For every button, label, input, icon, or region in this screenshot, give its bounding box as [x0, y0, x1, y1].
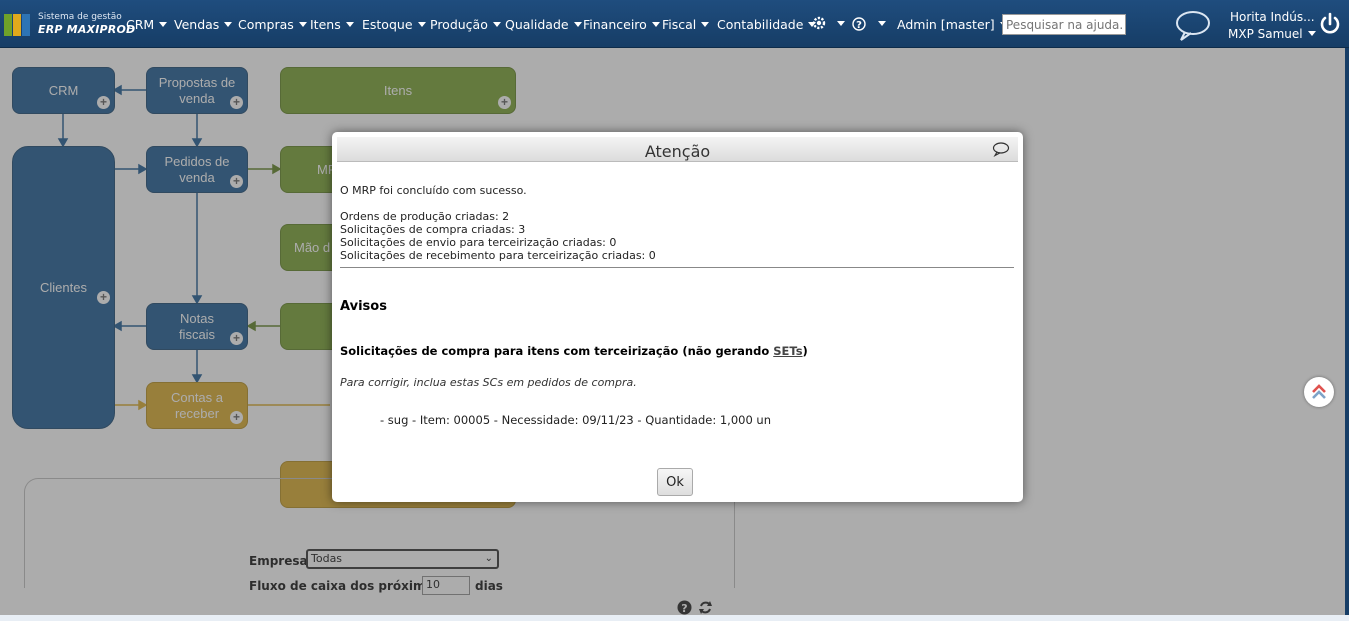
page-bottom-edge [0, 615, 1349, 621]
warnings-heading: Avisos [340, 299, 387, 314]
warning-title-text: Solicitações de compra para itens com te… [340, 344, 774, 358]
summary-line: Solicitações de recebimento para terceir… [340, 249, 656, 262]
sets-link[interactable]: SETs [773, 344, 802, 358]
page-edge [1345, 48, 1349, 621]
attention-dialog: Atenção O MRP foi concluído com sucesso.… [332, 132, 1023, 502]
dialog-header: Atenção [337, 137, 1018, 162]
dialog-title: Atenção [644, 142, 711, 161]
fix-instruction: Para corrigir, inclua estas SCs em pedid… [340, 376, 637, 389]
chevron-up-icon [1312, 384, 1326, 399]
scroll-to-top-button[interactable] [1304, 377, 1334, 407]
summary-line: Solicitações de envio para terceirização… [340, 236, 617, 249]
chat-icon[interactable] [992, 141, 1010, 157]
warning-title: Solicitações de compra para itens com te… [340, 344, 808, 358]
suggestion-item: - sug - Item: 00005 - Necessidade: 09/11… [380, 413, 771, 427]
summary-line: Ordens de produção criadas: 2 [340, 210, 510, 223]
summary-line: Solicitações de compra criadas: 3 [340, 223, 526, 236]
warning-title-suffix: ) [802, 344, 808, 358]
ok-button[interactable]: Ok [657, 468, 693, 496]
divider [340, 267, 1014, 268]
success-message: O MRP foi concluído com sucesso. [340, 184, 527, 197]
